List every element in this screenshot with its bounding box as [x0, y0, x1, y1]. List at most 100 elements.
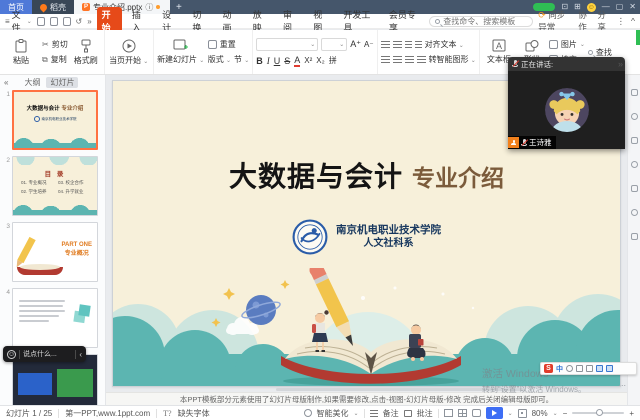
align-right-icon[interactable]	[405, 56, 414, 63]
sorter-view-button[interactable]	[458, 409, 467, 417]
scissors-icon: ✂	[42, 40, 49, 49]
ime-mic-icon[interactable]	[576, 365, 583, 372]
horizontal-scrollbar[interactable]	[276, 388, 526, 391]
layout-button[interactable]: 版式 ⌄	[208, 54, 231, 65]
slides-tab[interactable]: 幻灯片	[46, 77, 78, 88]
print-icon[interactable]	[50, 17, 58, 26]
ime-skin-icon[interactable]	[596, 365, 603, 372]
participant-avatar	[545, 88, 589, 132]
rail-properties-icon[interactable]	[631, 89, 638, 96]
rail-toolbox-icon[interactable]	[631, 233, 638, 240]
zoom-level[interactable]: 80%	[532, 409, 548, 418]
collapse-chat-icon[interactable]: ‹	[79, 350, 82, 359]
reset-button[interactable]: 重置	[208, 39, 250, 50]
outline-tab[interactable]: 大纲	[24, 77, 40, 88]
zoom-slider[interactable]	[572, 412, 624, 414]
indent-increase-icon[interactable]	[415, 41, 422, 48]
export-icon[interactable]	[63, 17, 71, 26]
number-list-icon[interactable]	[393, 41, 402, 48]
font-family-select[interactable]: ⌄	[256, 38, 318, 51]
fit-to-window-button[interactable]	[518, 409, 527, 418]
new-slide-button[interactable]: 新建幻灯片 ⌄	[157, 39, 205, 65]
collapse-panel-icon[interactable]: «	[4, 78, 8, 87]
paste-button[interactable]: 粘贴	[3, 39, 39, 66]
subscript-button[interactable]: X₂	[316, 56, 324, 65]
zoom-in-button[interactable]: +	[629, 409, 634, 418]
ime-keyboard-icon[interactable]	[586, 365, 593, 372]
phonetic-button[interactable]: 拼	[329, 55, 337, 66]
emoji-icon[interactable]: ☺	[7, 350, 16, 359]
format-painter-button[interactable]: 格式刷	[71, 39, 101, 66]
picture-button[interactable]: 图片 ⌄	[549, 39, 585, 50]
sogou-logo-icon[interactable]: S	[544, 364, 553, 373]
slide-thumbnail-2[interactable]: 目 录 01. 专业概况03. 校企合作 02. 学生培养04. 升学就业	[12, 156, 98, 216]
missing-font-label[interactable]: 缺失字体	[178, 408, 210, 419]
underline-button[interactable]: U	[274, 56, 281, 66]
meeting-video-overlay[interactable]: 正在讲话: » 王诗雅	[508, 57, 625, 149]
rail-pin-icon[interactable]	[631, 161, 638, 168]
zoom-out-button[interactable]: −	[563, 409, 568, 418]
command-search[interactable]	[429, 16, 533, 27]
bold-button[interactable]: B	[256, 56, 263, 66]
slide-thumbnail-1[interactable]: 大数据与会计 专业介绍 南京机电职业技术学院	[12, 90, 98, 150]
ime-emoji-icon[interactable]	[566, 365, 573, 372]
notes-button[interactable]: 备注	[383, 408, 399, 419]
align-left-icon[interactable]	[381, 56, 390, 63]
rail-comment-icon[interactable]	[631, 185, 638, 192]
beautify-button[interactable]: 智能美化	[317, 408, 349, 419]
ime-toolbar[interactable]: S 中	[540, 362, 637, 375]
slide-thumbnail-4[interactable]	[12, 288, 98, 348]
collapse-video-icon[interactable]: »	[618, 59, 621, 69]
strikethrough-button[interactable]: S	[284, 56, 290, 66]
rail-history-icon[interactable]	[631, 113, 638, 120]
zoom-slider-thumb[interactable]	[596, 409, 603, 416]
toolbar-overflow-icon[interactable]: »	[87, 17, 91, 26]
chat-input-placeholder[interactable]: 说点什么...	[23, 349, 72, 359]
meeting-chat-bubble[interactable]: ☺ 说点什么... ‹	[3, 346, 86, 362]
find-button[interactable]: 查找	[588, 47, 612, 58]
slide-thumbnail-3[interactable]: PART ONE专业概况	[12, 222, 98, 282]
picture-icon	[549, 40, 558, 49]
ribbon-font-group: ⌄ ⌄ A⁺ A⁻ B I U S A X² X₂ 拼	[253, 30, 377, 74]
cut-button[interactable]: ✂剪切	[42, 39, 68, 50]
bullet-list-icon[interactable]	[381, 41, 390, 48]
reading-view-button[interactable]	[472, 409, 481, 417]
slideshow-play-button[interactable]	[486, 407, 503, 419]
undo-icon[interactable]: ↺	[76, 17, 83, 26]
overflow-dots[interactable]: ...	[618, 378, 626, 388]
new-slide-icon	[173, 39, 188, 52]
tab-document[interactable]: P专业介绍.pptxⓘ	[74, 0, 170, 14]
rail-favorite-icon[interactable]	[631, 209, 638, 216]
ribbon-play-group: 当页开始 ⌄	[105, 30, 154, 74]
play-from-current-button[interactable]: 当页开始 ⌄	[108, 39, 150, 66]
comments-button[interactable]: 批注	[417, 408, 433, 419]
more-menu-icon[interactable]: ⋮	[617, 16, 626, 27]
italic-button[interactable]: I	[267, 56, 270, 66]
align-justify-icon[interactable]	[417, 56, 426, 63]
thumb-wave-art	[14, 136, 96, 148]
ime-language-icon[interactable]: 中	[556, 364, 563, 374]
font-color-button[interactable]: A	[294, 55, 300, 67]
align-center-icon[interactable]	[393, 56, 402, 63]
save-icon[interactable]	[37, 17, 45, 26]
indent-decrease-icon[interactable]	[405, 41, 412, 48]
superscript-button[interactable]: X²	[304, 56, 312, 65]
decrease-font-button[interactable]: A⁻	[364, 40, 374, 49]
section-button[interactable]: 节 ⌄	[234, 54, 249, 65]
ime-toolbox-icon[interactable]	[606, 365, 613, 372]
align-text-button[interactable]: 对齐文本 ⌄	[425, 39, 464, 50]
video-tile[interactable]: 王诗雅	[508, 71, 625, 149]
increase-font-button[interactable]: A⁺	[350, 39, 361, 50]
mic-muted-icon	[521, 138, 527, 147]
font-size-select[interactable]: ⌄	[321, 38, 347, 51]
svg-text:A: A	[496, 41, 502, 51]
search-input[interactable]	[443, 17, 533, 26]
rail-image-icon[interactable]	[631, 137, 638, 144]
collapse-ribbon-icon[interactable]: ^	[631, 16, 635, 26]
slide-title[interactable]: 大数据与会计 专业介绍	[113, 155, 620, 195]
tab-docer[interactable]: 稻壳	[32, 0, 74, 14]
normal-view-button[interactable]	[444, 409, 453, 417]
slide-org-block[interactable]: 南京机电职业技术学院 人文社科系	[113, 219, 620, 255]
copy-button[interactable]: ⧉复制	[42, 54, 68, 65]
smart-shape-button[interactable]: 转智能图形 ⌄	[429, 54, 476, 65]
